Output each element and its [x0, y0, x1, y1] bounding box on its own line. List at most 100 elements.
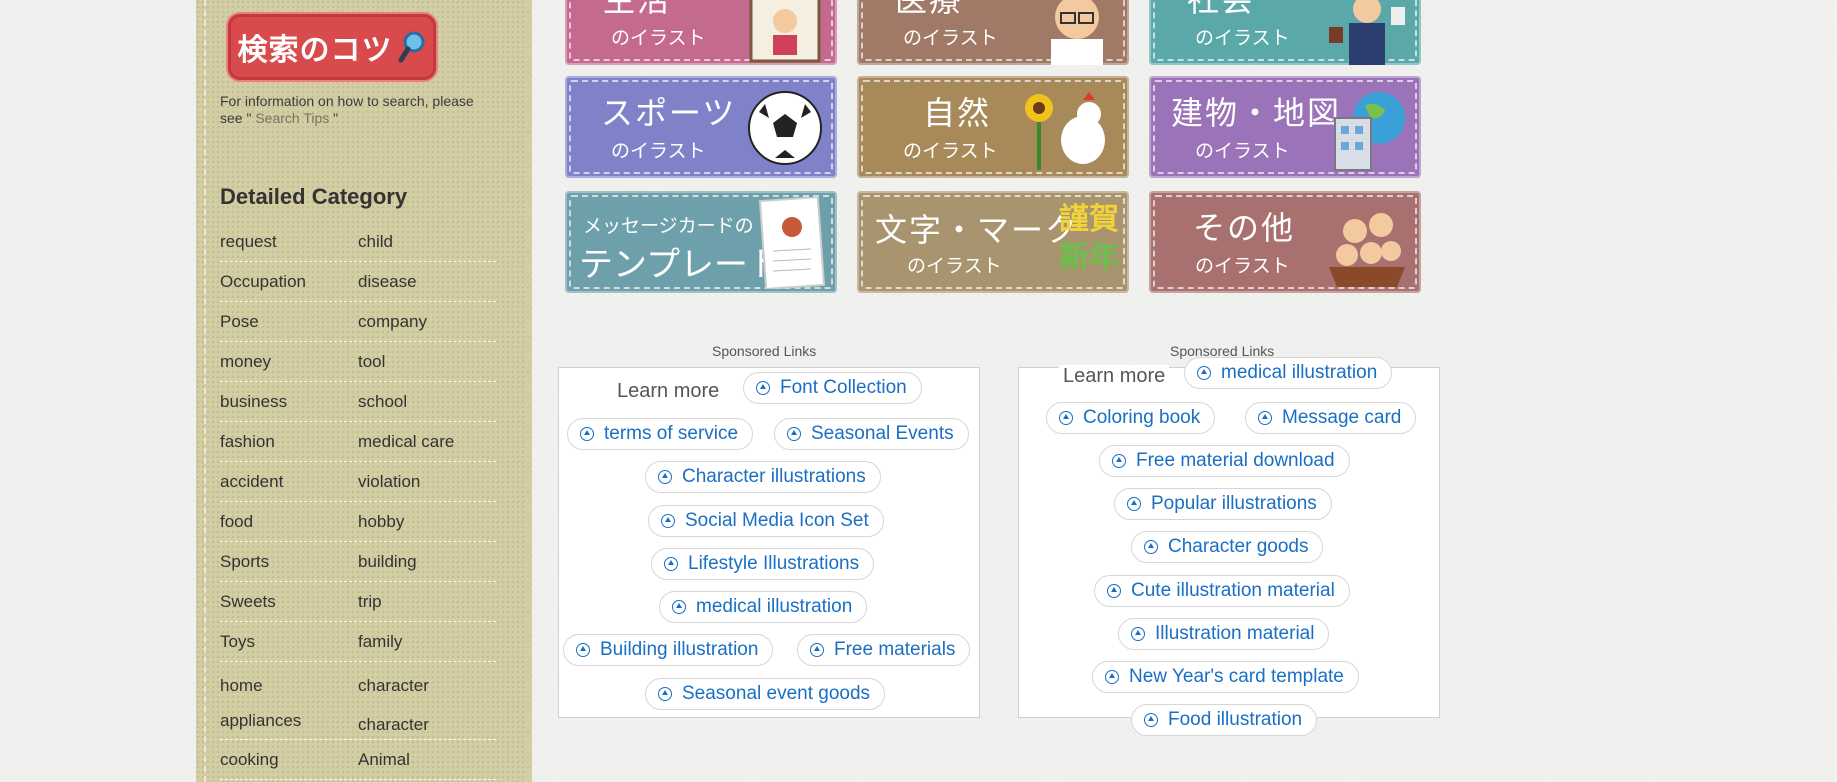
category-row: money tool: [220, 342, 496, 382]
tile-letters-marks[interactable]: 文字・マーク のイラスト 謹賀 新年: [857, 191, 1129, 293]
arrow-up-circle-icon: [1197, 366, 1211, 380]
category-link[interactable]: disease: [358, 264, 496, 299]
arrow-up-circle-icon: [787, 427, 801, 441]
category-row: home appliances character character: [220, 662, 496, 740]
sponsored-link[interactable]: Character goods: [1131, 531, 1324, 563]
category-row: Occupation disease: [220, 262, 496, 302]
category-link[interactable]: building: [358, 544, 496, 579]
category-link[interactable]: business: [220, 384, 358, 419]
category-link[interactable]: tool: [358, 344, 496, 379]
category-row: fashion medical care: [220, 422, 496, 462]
arrow-up-circle-icon: [1112, 454, 1126, 468]
category-row: Sports building: [220, 542, 496, 582]
sponsored-box-left: Learn more Font Collection terms of serv…: [558, 367, 980, 718]
category-table: request child Occupation disease Pose co…: [220, 222, 496, 780]
tile-medical[interactable]: 医療 のイラスト: [857, 0, 1129, 65]
category-row: Toys family: [220, 622, 496, 662]
sponsored-link[interactable]: Free material download: [1099, 445, 1350, 477]
sponsored-link[interactable]: Font Collection: [743, 372, 922, 404]
tile-buildings-maps[interactable]: 建物・地図 のイラスト: [1149, 76, 1421, 178]
search-info-text: For information on how to search, please…: [220, 93, 474, 126]
learn-more-label: Learn more: [617, 380, 720, 402]
category-link[interactable]: hobby: [358, 504, 496, 539]
category-link[interactable]: request: [220, 224, 358, 259]
arrow-up-circle-icon: [580, 427, 594, 441]
doctor-illustration-icon: [1037, 0, 1117, 65]
sponsored-link[interactable]: terms of service: [567, 418, 754, 450]
category-row: business school: [220, 382, 496, 422]
category-link[interactable]: family: [358, 624, 496, 659]
category-link[interactable]: Sweets: [220, 584, 358, 619]
category-link[interactable]: school: [358, 384, 496, 419]
sponsored-link[interactable]: Free materials: [797, 634, 971, 666]
sponsored-box-right: Learn more medical illustration Coloring…: [1018, 357, 1440, 736]
arrow-up-circle-icon: [1144, 713, 1158, 727]
sponsored-link[interactable]: Seasonal event goods: [645, 678, 886, 710]
tile-message-card-template[interactable]: メッセージカードの テンプレート: [565, 191, 837, 293]
category-link[interactable]: company: [358, 304, 496, 339]
category-link[interactable]: violation: [358, 464, 496, 499]
sponsored-link[interactable]: Cute illustration material: [1094, 575, 1350, 607]
category-heading: Detailed Category: [220, 184, 408, 209]
search-tips-banner[interactable]: 検索のコツ: [228, 14, 436, 80]
magnifier-icon: [397, 30, 427, 64]
arrow-up-circle-icon: [658, 470, 672, 484]
sponsored-link[interactable]: Illustration material: [1118, 618, 1330, 650]
category-link[interactable]: medical care: [358, 424, 496, 459]
arrow-up-circle-icon: [810, 643, 824, 657]
arrow-up-circle-icon: [661, 514, 675, 528]
sponsored-link[interactable]: Message card: [1245, 402, 1417, 434]
sponsored-link[interactable]: Coloring book: [1046, 402, 1216, 434]
tile-sports[interactable]: スポーツ のイラスト: [565, 76, 837, 178]
sponsored-link[interactable]: New Year's card template: [1092, 661, 1359, 693]
seven-gods-boat-icon: [1325, 201, 1409, 293]
sponsored-link[interactable]: Character illustrations: [645, 461, 881, 493]
category-link[interactable]: fashion: [220, 424, 358, 459]
category-link[interactable]: accident: [220, 464, 358, 499]
sponsored-link[interactable]: medical illustration: [659, 591, 868, 623]
category-link[interactable]: food: [220, 504, 358, 539]
sponsored-link[interactable]: Popular illustrations: [1114, 488, 1332, 520]
category-link[interactable]: Pose: [220, 304, 358, 339]
category-row: Pose company: [220, 302, 496, 342]
arrow-up-circle-icon: [658, 687, 672, 701]
category-link[interactable]: child: [358, 224, 496, 259]
sponsored-link[interactable]: Building illustration: [563, 634, 774, 666]
message-card-icon: [758, 196, 826, 293]
arrow-up-circle-icon: [664, 557, 678, 571]
tile-nature[interactable]: 自然 のイラスト: [857, 76, 1129, 178]
soccer-ball-icon: [745, 88, 825, 173]
category-link[interactable]: Toys: [220, 624, 358, 659]
arrow-up-circle-icon: [672, 600, 686, 614]
category-link[interactable]: trip: [358, 584, 496, 619]
category-link[interactable]: Sports: [220, 544, 358, 579]
arrow-up-circle-icon: [756, 381, 770, 395]
arrow-up-circle-icon: [1131, 627, 1145, 641]
kinga-shinnen-kanji: 謹賀 新年: [1059, 202, 1119, 275]
sidebar: 検索のコツ For information on how to search, …: [196, 0, 538, 782]
category-link[interactable]: Occupation: [220, 264, 358, 299]
category-link-character[interactable]: character character: [358, 668, 496, 742]
category-row: cooking Animal: [220, 740, 496, 780]
tile-others[interactable]: その他 のイラスト: [1149, 191, 1421, 293]
sponsored-link[interactable]: Lifestyle Illustrations: [651, 548, 875, 580]
search-tips-link[interactable]: Search Tips: [255, 110, 329, 126]
category-link-home-appliances[interactable]: home appliances: [220, 668, 358, 738]
sponsored-link[interactable]: Social Media Icon Set: [648, 505, 884, 537]
search-tips-banner-text: 検索のコツ: [237, 33, 393, 68]
category-link[interactable]: money: [220, 344, 358, 379]
woman-illustration-icon: [745, 0, 825, 65]
category-link[interactable]: cooking: [220, 742, 358, 777]
category-row: Sweets trip: [220, 582, 496, 622]
arrow-up-circle-icon: [1144, 540, 1158, 554]
sponsored-link[interactable]: Food illustration: [1131, 704, 1318, 736]
tile-society[interactable]: 社会 のイラスト: [1149, 0, 1421, 65]
businessman-illustration-icon: [1325, 0, 1409, 65]
category-link[interactable]: Animal: [358, 742, 496, 777]
tile-life[interactable]: 生活 のイラスト: [565, 0, 837, 65]
category-row: request child: [220, 222, 496, 262]
sponsored-link[interactable]: medical illustration: [1184, 357, 1393, 389]
category-row: food hobby: [220, 502, 496, 542]
sponsored-link[interactable]: Seasonal Events: [774, 418, 969, 450]
arrow-up-circle-icon: [1258, 411, 1272, 425]
